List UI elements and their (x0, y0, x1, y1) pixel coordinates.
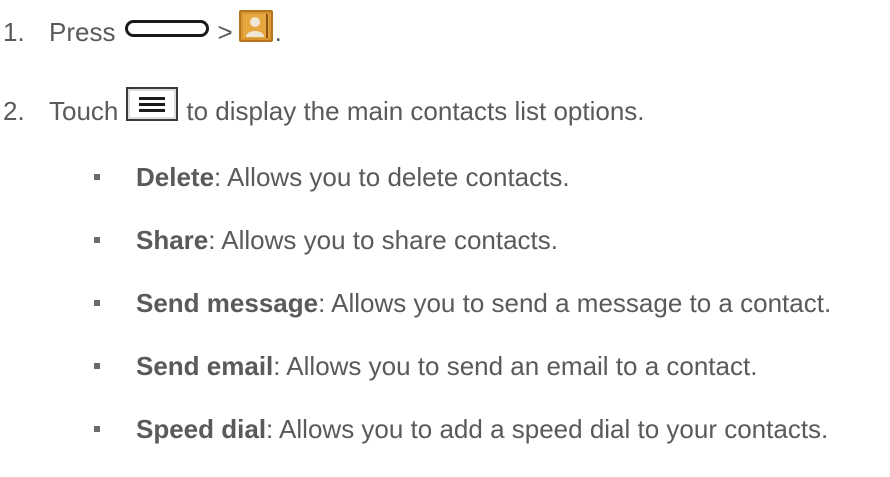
step-text-after: to display the main contacts list option… (186, 95, 645, 126)
options-list: Delete: Allows you to delete contacts. S… (94, 162, 831, 477)
bullet-icon (94, 426, 100, 432)
list-item: Send email: Allows you to send an email … (94, 351, 831, 414)
bullet-icon (94, 237, 100, 243)
option-term: Share (136, 225, 209, 255)
list-item: Share: Allows you to share contacts. (94, 225, 831, 288)
bullet-icon (94, 174, 100, 180)
option-description: : Allows you to add a speed dial to your… (266, 414, 829, 444)
list-item: Speed dial: Allows you to add a speed di… (94, 414, 831, 477)
list-item: Delete: Allows you to delete contacts. (94, 162, 831, 225)
option-description: : Allows you to share contacts. (208, 225, 558, 255)
option-term: Speed dial (136, 414, 267, 444)
step-text: Touch (49, 95, 119, 126)
step-number: 2. (3, 95, 25, 126)
option-term: Send email (136, 351, 274, 381)
home-key-icon (125, 19, 210, 37)
menu-key-icon (126, 87, 179, 121)
step-text: Press (49, 16, 116, 47)
list-item: Send message: Allows you to send a messa… (94, 288, 831, 351)
step-separator: > (217, 16, 233, 47)
option-description: : Allows you to send a message to a cont… (318, 288, 832, 318)
step-2: 2. Touch to display the main contacts li… (0, 87, 645, 128)
option-term: Send message (136, 288, 319, 318)
contacts-app-icon (238, 10, 273, 42)
bullet-icon (94, 363, 100, 369)
step-end: . (274, 16, 282, 47)
option-description: : Allows you to send an email to a conta… (273, 351, 758, 381)
step-1: 1. Press > . (0, 10, 282, 48)
step-number: 1. (3, 16, 25, 47)
option-description: : Allows you to delete contacts. (214, 162, 570, 192)
option-term: Delete (136, 162, 215, 192)
bullet-icon (94, 300, 100, 306)
